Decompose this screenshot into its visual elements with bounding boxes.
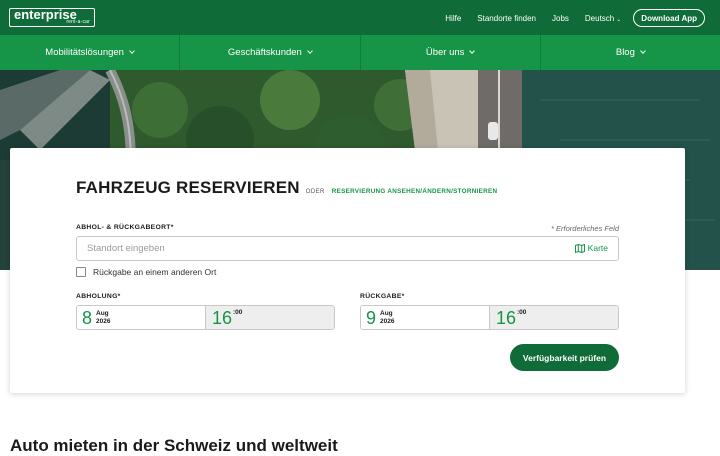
reservation-card: FAHRZEUG RESERVIEREN ODER RESERVIERUNG A… — [10, 148, 685, 393]
location-label: ABHOL- & RÜCKGABEORT* — [76, 224, 174, 231]
pickup-year: 2026 — [96, 318, 111, 325]
different-return-checkbox[interactable] — [76, 267, 86, 277]
map-label: Karte — [587, 243, 608, 253]
pickup-minutes: :00 — [233, 309, 243, 316]
pickup-day: 8 — [82, 308, 93, 328]
utility-links: Hilfe Standorte finden Jobs Deutsch ⌄ Dow… — [429, 9, 705, 27]
chevron-down-icon — [469, 48, 476, 54]
pickup-date-field[interactable]: 8 Aug 2026 — [77, 306, 206, 329]
location-field: Karte — [76, 236, 619, 261]
pickup-label: ABHOLUNG* — [76, 293, 121, 300]
check-availability-button[interactable]: Verfügbarkeit prüfen — [510, 344, 619, 371]
jobs-link[interactable]: Jobs — [552, 14, 569, 23]
nav-business-customers[interactable]: Geschäftskunden — [180, 35, 361, 70]
chevron-down-icon — [307, 48, 313, 54]
return-label: RÜCKGABE* — [360, 293, 405, 300]
return-year: 2026 — [380, 318, 395, 325]
nav-about-us[interactable]: Über uns — [361, 35, 541, 70]
return-hour: 16 — [496, 308, 517, 328]
return-day: 9 — [366, 308, 377, 328]
nav-label: Blog — [615, 47, 635, 58]
main-nav: Mobilitätslösungen Geschäftskunden Über … — [0, 35, 720, 70]
help-link[interactable]: Hilfe — [445, 14, 461, 23]
reservation-header: FAHRZEUG RESERVIEREN ODER RESERVIERUNG A… — [76, 178, 497, 198]
language-label: Deutsch — [584, 13, 615, 23]
nav-label: Geschäftskunden — [227, 47, 302, 58]
pickup-hour: 16 — [212, 308, 233, 328]
chevron-down-icon — [640, 48, 646, 54]
or-separator: ODER — [305, 189, 325, 195]
return-month: Aug — [380, 310, 393, 317]
page-title: FAHRZEUG RESERVIEREN — [76, 178, 300, 197]
map-icon — [574, 243, 585, 253]
chevron-down-icon: ⌄ — [616, 16, 622, 23]
nav-blog[interactable]: Blog — [541, 35, 720, 70]
download-app-button[interactable]: Download App — [633, 9, 705, 27]
enterprise-logo[interactable]: enterprise rent-a-car — [9, 8, 95, 27]
different-return-label[interactable]: Rückgabe an einem anderen Ort — [93, 267, 216, 277]
manage-reservation-link[interactable]: RESERVIERUNG ANSEHEN/ÄNDERN/STORNIEREN — [332, 188, 498, 195]
language-selector[interactable]: Deutsch ⌄ — [585, 14, 621, 23]
return-date-field[interactable]: 9 Aug 2026 — [361, 306, 490, 329]
logo-subtext: rent-a-car — [66, 19, 90, 25]
top-bar: enterprise rent-a-car Hilfe Standorte fi… — [0, 0, 720, 35]
return-datetime: 9 Aug 2026 16 :00 — [360, 305, 619, 330]
nav-mobility-solutions[interactable]: Mobilitätslösungen — [0, 35, 181, 70]
find-locations-link[interactable]: Standorte finden — [477, 14, 536, 23]
pickup-month: Aug — [96, 310, 109, 317]
nav-label: Über uns — [425, 47, 465, 58]
map-button[interactable]: Karte — [574, 243, 608, 253]
return-minutes: :00 — [517, 309, 527, 316]
pickup-datetime: 8 Aug 2026 16 :00 — [76, 305, 335, 330]
section-heading: Auto mieten in der Schweiz und weltweit — [10, 436, 338, 455]
different-return-option: Rückgabe an einem anderen Ort — [76, 267, 216, 277]
chevron-down-icon — [129, 48, 135, 54]
location-input[interactable] — [87, 243, 527, 254]
required-field-note: * Erforderliches Feld — [551, 224, 619, 233]
return-time-field[interactable]: 16 :00 — [490, 306, 618, 329]
nav-label: Mobilitätslösungen — [45, 47, 124, 58]
pickup-time-field[interactable]: 16 :00 — [206, 306, 334, 329]
